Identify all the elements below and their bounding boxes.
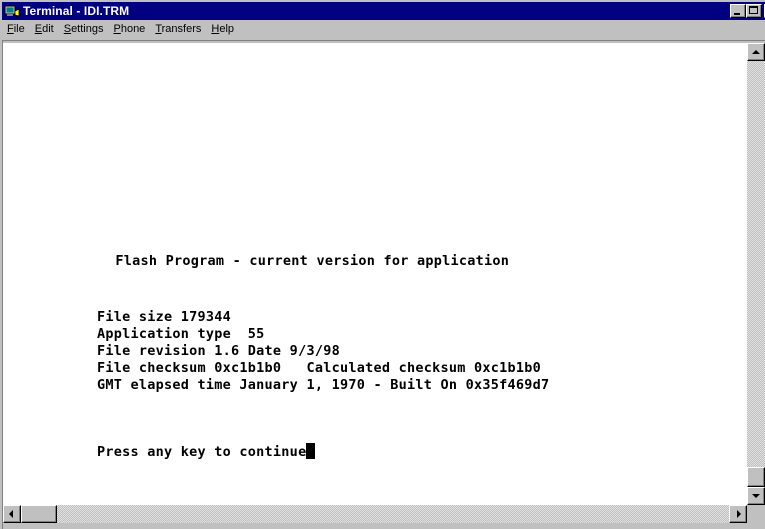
- scroll-left-arrow-icon: [9, 510, 13, 518]
- scroll-down-arrow-icon: [752, 494, 760, 498]
- menu-settings[interactable]: Settings: [59, 21, 109, 38]
- horizontal-scroll-thumb[interactable]: [21, 505, 57, 523]
- scroll-up-button[interactable]: [747, 43, 765, 61]
- menu-edit[interactable]: Edit: [30, 21, 59, 38]
- terminal-line-file-size: File size 179344: [97, 309, 232, 325]
- menu-help-label: elp: [219, 23, 235, 35]
- menu-file-label: ile: [13, 23, 25, 35]
- menu-phone[interactable]: Phone: [108, 21, 150, 38]
- maximize-button[interactable]: [746, 4, 762, 18]
- menu-phone-label: hone: [120, 23, 146, 35]
- scroll-up-arrow-icon: [752, 50, 760, 54]
- terminal-prompt-line: Press any key to continue: [97, 443, 316, 460]
- minimize-button[interactable]: [730, 4, 746, 18]
- title-buttons: [730, 4, 765, 18]
- scroll-right-arrow-icon: [737, 510, 741, 518]
- terminal-line-checksum: File checksum 0xc1b1b0 Calculated checks…: [97, 360, 542, 376]
- scroll-right-button[interactable]: [729, 505, 747, 523]
- menu-settings-label: ettings: [71, 23, 104, 35]
- vertical-scrollbar[interactable]: [747, 43, 765, 505]
- window-title: Terminal - IDI.TRM: [23, 4, 130, 18]
- menu-edit-label: dit: [42, 23, 54, 35]
- terminal-line-application-type: Application type 55: [97, 326, 265, 342]
- terminal-prompt: Press any key to continue: [97, 444, 307, 460]
- menu-file[interactable]: File: [2, 21, 30, 38]
- terminal-app-icon[interactable]: [4, 3, 20, 19]
- vertical-scroll-thumb[interactable]: [747, 467, 765, 487]
- size-grip: [747, 505, 765, 523]
- text-cursor: [306, 443, 316, 459]
- title-bar[interactable]: Terminal - IDI.TRM: [2, 2, 765, 20]
- terminal-line-gmt-time: GMT elapsed time January 1, 1970 - Built…: [97, 377, 550, 393]
- terminal-heading: Flash Program - current version for appl…: [107, 253, 510, 269]
- terminal-window: Terminal - IDI.TRM File Edit Settings Ph…: [0, 0, 765, 529]
- minimize-icon: [734, 13, 740, 15]
- menu-edit-accel: E: [34, 23, 43, 35]
- menu-help[interactable]: Help: [206, 21, 239, 38]
- menu-transfers-label: ransfers: [161, 23, 202, 35]
- menu-file-accel: F: [7, 23, 14, 35]
- scroll-down-button[interactable]: [747, 487, 765, 505]
- horizontal-scrollbar[interactable]: [3, 505, 747, 523]
- menu-transfers[interactable]: Transfers: [150, 21, 206, 38]
- terminal-line-file-revision: File revision 1.6 Date 9/3/98: [97, 343, 340, 359]
- terminal-screen[interactable]: Flash Program - current version for appl…: [3, 43, 747, 505]
- maximize-icon: [749, 6, 758, 14]
- scroll-left-button[interactable]: [3, 505, 21, 523]
- menu-bar: File Edit Settings Phone Transfers Help: [2, 20, 765, 39]
- menu-settings-accel: S: [63, 23, 72, 35]
- menu-phone-accel: P: [113, 23, 121, 35]
